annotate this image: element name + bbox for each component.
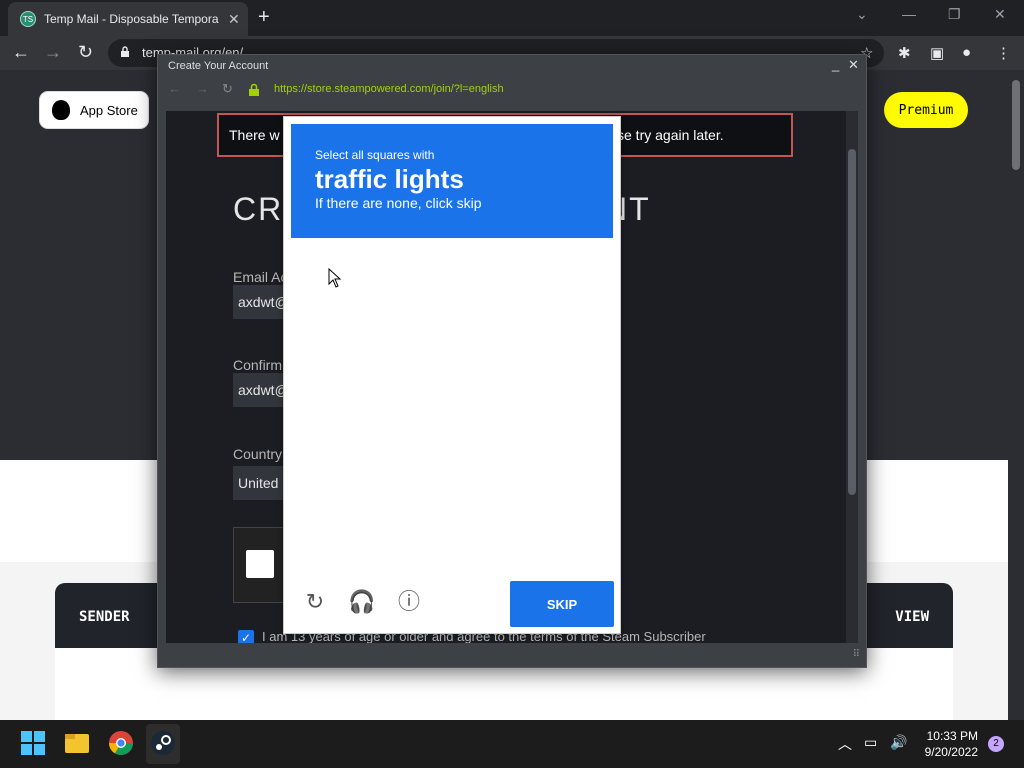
captcha-tile[interactable] [532,242,615,325]
dialog-back-icon[interactable]: ← [168,81,181,96]
profile-icon[interactable]: ● [962,44,971,61]
windows-start-icon[interactable] [20,730,46,756]
reload-icon[interactable]: ↻ [78,42,93,63]
notification-badge[interactable]: 2 [988,736,1004,752]
dialog-forward-icon[interactable]: → [196,81,209,96]
taskbar-clock[interactable]: 10:33 PM 9/20/2022 [918,728,978,760]
captcha-grid [289,242,615,568]
captcha-prompt: Select all squares with traffic lights I… [291,124,613,238]
dialog-minimize-icon[interactable]: _ [832,57,839,72]
captcha-tile[interactable] [289,323,372,406]
skip-button[interactable]: SKIP [510,581,614,627]
menu-icon[interactable]: ⋮ [996,44,1011,62]
close-window-icon[interactable]: ✕ [994,6,1006,23]
captcha-tile[interactable] [532,323,615,406]
tab-title: Temp Mail - Disposable Tempora [44,12,219,26]
captcha-object: traffic lights [315,164,464,194]
back-icon[interactable]: ← [12,42,30,63]
apple-icon [52,100,70,120]
side-panel-icon[interactable]: ▣ [930,44,944,62]
captcha-tile[interactable] [370,485,453,568]
captcha-footer: ↻ 🎧 ⓘ SKIP [284,573,620,633]
dialog-bottom-bar: ⠿ [166,645,860,665]
email-label: Email Ac [233,269,288,285]
view-column-header: VIEW [895,609,929,625]
dialog-close-icon[interactable]: ✕ [848,57,859,73]
sender-column-header: SENDER [79,609,130,625]
audio-headphones-icon[interactable]: 🎧 [348,589,375,615]
error-text-right: se try again later. [617,127,724,143]
refresh-icon[interactable]: ↻ [302,589,328,615]
dialog-scrollbar[interactable] [846,111,858,643]
captcha-tile[interactable] [451,404,534,487]
page-heading-left: CR [233,191,284,227]
dialog-url-bar: ← → ↻ https://store.steampowered.com/joi… [158,77,866,101]
captcha-tile[interactable] [532,485,615,568]
app-store-label: App Store [80,102,138,118]
restore-icon[interactable]: ❐ [948,6,961,23]
captcha-tile[interactable] [370,404,453,487]
dialog-title: Create Your Account [168,60,269,72]
page-scrollbar[interactable] [1008,70,1024,720]
captcha-tile[interactable] [289,404,372,487]
captcha-tile[interactable] [451,485,534,568]
premium-button[interactable]: Premium [884,92,968,128]
lock-icon [121,46,129,57]
captcha-tile[interactable] [532,404,615,487]
captcha-tile[interactable] [370,242,453,325]
country-label: Country [233,446,283,462]
extensions-icon[interactable]: ✱ [898,44,911,62]
tab-close-icon[interactable]: ✕ [228,11,240,28]
captcha-tile[interactable] [289,485,372,568]
captcha-challenge: Select all squares with traffic lights I… [283,116,621,634]
dialog-reload-icon[interactable]: ↻ [222,81,233,97]
captcha-note: If there are none, click skip [315,195,482,211]
agree-checkbox[interactable]: ✓ [238,629,254,643]
file-explorer-icon[interactable] [64,730,90,756]
error-text-left: There w [229,127,280,143]
clock-date: 9/20/2022 [924,745,978,759]
network-icon[interactable]: ▭ [864,734,877,751]
forward-icon[interactable]: → [44,42,62,63]
app-store-button[interactable]: App Store [40,92,148,128]
dialog-scroll-thumb[interactable] [848,149,856,495]
tempmail-favicon-icon: TS [20,11,36,27]
info-icon[interactable]: ⓘ [396,589,422,615]
browser-tabbar: TS Temp Mail - Disposable Tempora ✕ + ⌄ … [0,0,1024,36]
dialog-url: https://store.steampowered.com/join/?l=e… [274,83,504,95]
captcha-tile[interactable] [451,323,534,406]
browser-tab[interactable]: TS Temp Mail - Disposable Tempora ✕ [8,2,248,36]
captcha-tile[interactable] [451,242,534,325]
volume-icon[interactable]: 🔊 [890,734,907,751]
mouse-cursor-icon [328,268,342,288]
captcha-tile[interactable] [370,323,453,406]
captcha-subtitle: Select all squares with [315,148,435,162]
recaptcha-checkbox[interactable] [246,550,274,578]
page-scroll-thumb[interactable] [1012,80,1020,170]
resize-grip-icon[interactable]: ⠿ [853,649,860,660]
clock-time: 10:33 PM [926,729,978,743]
steam-icon[interactable] [150,730,176,756]
dialog-lock-icon [249,83,259,96]
chrome-icon[interactable] [108,730,134,756]
minimize-icon[interactable]: — [902,6,916,22]
confirm-email-label: Confirm [233,357,283,373]
tab-search-icon[interactable]: ⌄ [856,6,868,23]
new-tab-icon[interactable]: + [258,6,270,29]
windows-taskbar: ︿ ▭ 🔊 10:33 PM 9/20/2022 2 [0,720,1024,768]
show-hidden-icons-icon[interactable]: ︿ [838,734,852,754]
